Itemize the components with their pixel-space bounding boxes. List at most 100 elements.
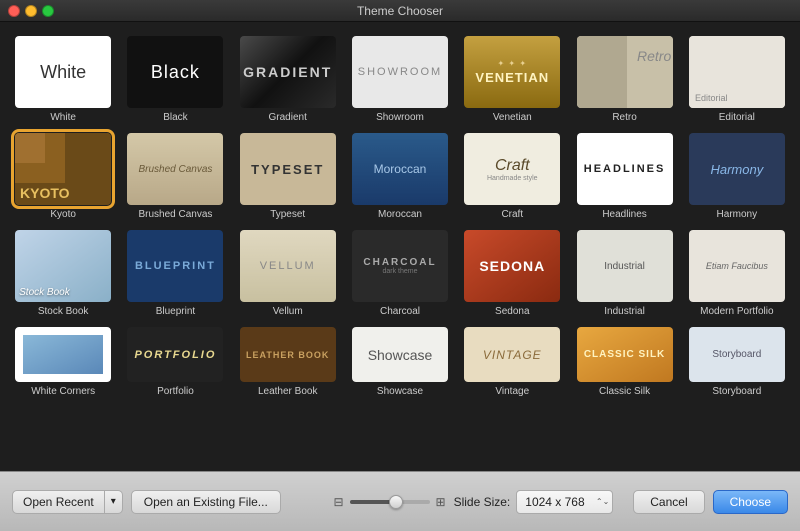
theme-harmony-thumb: Harmony — [689, 133, 785, 205]
action-buttons: Cancel Choose — [633, 490, 788, 514]
slide-size-area: Slide Size: 1024 x 768 1920 x 1080 800 x… — [454, 490, 614, 514]
theme-showcase-thumb: Showcase — [352, 327, 448, 382]
title-bar: Theme Chooser — [0, 0, 800, 22]
theme-moroccan[interactable]: Moroccan Moroccan — [347, 131, 453, 222]
zoom-in-icon: ⊞ — [436, 495, 446, 509]
theme-vellum-thumb: VELLUM — [240, 230, 336, 302]
maximize-button[interactable] — [42, 5, 54, 17]
theme-typeset[interactable]: TYPESET Typeset — [235, 131, 341, 222]
theme-blueprint[interactable]: BLUEPRINT Blueprint — [122, 228, 228, 319]
theme-charcoal-thumb: CHARCOAL dark theme — [352, 230, 448, 302]
bottom-bar: Open Recent ▾ Open an Existing File... ⊟… — [0, 471, 800, 531]
choose-button[interactable]: Choose — [713, 490, 788, 514]
theme-editorial[interactable]: Editorial Editorial — [684, 34, 790, 125]
theme-kyoto-thumb: KYOTO — [15, 133, 111, 205]
slide-size-label: Slide Size: — [454, 495, 511, 509]
zoom-out-icon: ⊟ — [333, 495, 343, 509]
slide-size-wrapper: 1024 x 768 1920 x 1080 800 x 600 — [516, 490, 613, 514]
theme-vellum-label: Vellum — [273, 306, 303, 317]
theme-headlines-thumb: HEADLINES — [577, 133, 673, 205]
theme-sedona-label: Sedona — [495, 306, 529, 317]
theme-headlines-label: Headlines — [602, 209, 646, 220]
theme-stock-book-label: Stock Book — [38, 306, 89, 317]
theme-vintage-label: Vintage — [495, 386, 529, 397]
theme-white-corners-label: White Corners — [31, 386, 95, 397]
theme-leather-book[interactable]: LEATHER BOOK Leather Book — [235, 325, 341, 399]
theme-venetian-label: Venetian — [493, 112, 532, 123]
theme-vintage-thumb: VINTAGE — [464, 327, 560, 382]
slide-size-select[interactable]: 1024 x 768 1920 x 1080 800 x 600 — [516, 490, 613, 514]
theme-venetian[interactable]: ✦ ✦ ✦ VENETIAN Venetian — [459, 34, 565, 125]
themes-grid: White White Black Black GRADIENT Gradien… — [10, 34, 790, 399]
theme-showroom[interactable]: SHOWROOM Showroom — [347, 34, 453, 125]
theme-modern-portfolio-label: Modern Portfolio — [700, 306, 773, 317]
theme-craft[interactable]: Craft Handmade style Craft — [459, 131, 565, 222]
theme-white-corners[interactable]: White Corners — [10, 325, 116, 399]
svg-text:Retro: Retro — [637, 48, 671, 64]
theme-white-thumb: White — [15, 36, 111, 108]
theme-portfolio[interactable]: PORTFOLIO Portfolio — [122, 325, 228, 399]
theme-harmony-label: Harmony — [717, 209, 758, 220]
theme-industrial-thumb: Industrial — [577, 230, 673, 302]
svg-text:KYOTO: KYOTO — [20, 185, 70, 201]
open-recent-button[interactable]: Open Recent — [12, 490, 105, 514]
theme-sedona[interactable]: SEDONA Sedona — [459, 228, 565, 319]
theme-storyboard-label: Storyboard — [712, 386, 761, 397]
theme-storyboard-thumb: Storyboard — [689, 327, 785, 382]
theme-leather-book-thumb: LEATHER BOOK — [240, 327, 336, 382]
open-existing-button[interactable]: Open an Existing File... — [131, 490, 281, 514]
window-title: Theme Chooser — [357, 4, 443, 18]
theme-portfolio-label: Portfolio — [157, 386, 194, 397]
theme-moroccan-thumb: Moroccan — [352, 133, 448, 205]
svg-text:Editorial: Editorial — [695, 93, 728, 103]
theme-blueprint-thumb: BLUEPRINT — [127, 230, 223, 302]
theme-industrial[interactable]: Industrial Industrial — [571, 228, 677, 319]
theme-editorial-label: Editorial — [719, 112, 755, 123]
theme-showroom-label: Showroom — [376, 112, 424, 123]
window-controls[interactable] — [8, 5, 54, 17]
theme-modern-portfolio[interactable]: Etiam Faucibus Modern Portfolio — [684, 228, 790, 319]
theme-headlines[interactable]: HEADLINES Headlines — [571, 131, 677, 222]
theme-gradient-thumb: GRADIENT — [240, 36, 336, 108]
zoom-area: ⊟ ⊞ — [333, 495, 445, 509]
theme-brushed-canvas[interactable]: Brushed Canvas Brushed Canvas — [122, 131, 228, 222]
cancel-button[interactable]: Cancel — [633, 490, 704, 514]
theme-classic-silk-label: Classic Silk — [599, 386, 650, 397]
theme-classic-silk-thumb: CLASSIC SILK — [577, 327, 673, 382]
theme-brushed-canvas-thumb: Brushed Canvas — [127, 133, 223, 205]
theme-showcase[interactable]: Showcase Showcase — [347, 325, 453, 399]
theme-black[interactable]: Black Black — [122, 34, 228, 125]
theme-leather-book-label: Leather Book — [258, 386, 318, 397]
minimize-button[interactable] — [25, 5, 37, 17]
theme-white-corners-thumb — [15, 327, 111, 382]
theme-stock-book[interactable]: Stock Book Stock Book — [10, 228, 116, 319]
theme-charcoal[interactable]: CHARCOAL dark theme Charcoal — [347, 228, 453, 319]
theme-venetian-thumb: ✦ ✦ ✦ VENETIAN — [464, 36, 560, 108]
theme-charcoal-label: Charcoal — [380, 306, 420, 317]
theme-vintage[interactable]: VINTAGE Vintage — [459, 325, 565, 399]
open-recent-arrow-button[interactable]: ▾ — [105, 490, 123, 514]
theme-harmony[interactable]: Harmony Harmony — [684, 131, 790, 222]
theme-classic-silk[interactable]: CLASSIC SILK Classic Silk — [571, 325, 677, 399]
theme-retro[interactable]: Retro Retro — [571, 34, 677, 125]
theme-storyboard[interactable]: Storyboard Storyboard — [684, 325, 790, 399]
theme-editorial-thumb: Editorial — [689, 36, 785, 108]
theme-stock-book-thumb: Stock Book — [15, 230, 111, 302]
theme-white-label: White — [50, 112, 76, 123]
theme-kyoto-label: Kyoto — [50, 209, 76, 220]
theme-white[interactable]: White White — [10, 34, 116, 125]
theme-retro-thumb: Retro — [577, 36, 673, 108]
theme-typeset-thumb: TYPESET — [240, 133, 336, 205]
theme-craft-thumb: Craft Handmade style — [464, 133, 560, 205]
theme-moroccan-label: Moroccan — [378, 209, 422, 220]
theme-typeset-label: Typeset — [270, 209, 305, 220]
themes-container: White White Black Black GRADIENT Gradien… — [0, 22, 800, 471]
theme-portfolio-thumb: PORTFOLIO — [127, 327, 223, 382]
theme-gradient-label: Gradient — [269, 112, 307, 123]
close-button[interactable] — [8, 5, 20, 17]
theme-vellum[interactable]: VELLUM Vellum — [235, 228, 341, 319]
theme-showcase-label: Showcase — [377, 386, 423, 397]
theme-kyoto[interactable]: KYOTO Kyoto — [10, 131, 116, 222]
theme-gradient[interactable]: GRADIENT Gradient — [235, 34, 341, 125]
zoom-slider[interactable] — [350, 500, 430, 504]
